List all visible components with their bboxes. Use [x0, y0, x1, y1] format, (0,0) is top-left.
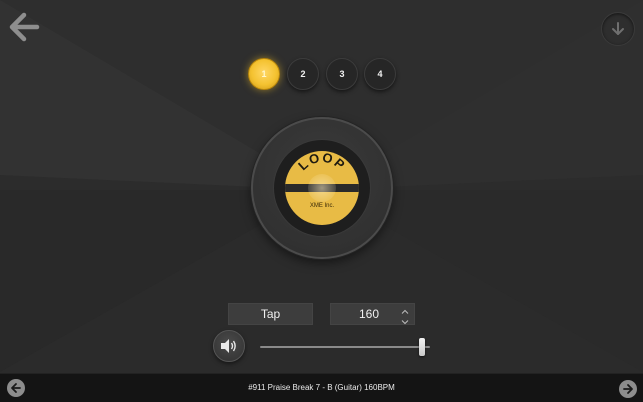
arrow-right-icon	[623, 384, 633, 394]
now-playing-bar: #911 Praise Break 7 - B (Guitar) 160BPM	[0, 373, 643, 402]
loop-record-label: LOOP XME Inc.	[285, 151, 359, 225]
now-playing-title: #911 Praise Break 7 - B (Guitar) 160BPM	[248, 383, 395, 392]
arrow-left-icon	[11, 383, 21, 393]
bpm-decrease-button[interactable]	[399, 314, 411, 325]
volume-slider-thumb[interactable]	[419, 338, 426, 356]
arrow-down-icon	[612, 22, 624, 35]
bpm-increase-button[interactable]	[399, 304, 411, 314]
speaker-icon	[221, 339, 236, 353]
tap-tempo-button[interactable]: Tap	[228, 303, 313, 325]
page-button-3[interactable]: 3	[326, 58, 358, 90]
previous-track-button[interactable]	[7, 379, 25, 397]
chevron-down-icon	[401, 320, 409, 325]
loop-subtitle: XME Inc.	[309, 203, 335, 209]
download-button[interactable]	[601, 12, 635, 46]
loop-title: LOOP	[295, 151, 349, 173]
svg-text:LOOP: LOOP	[295, 151, 349, 173]
page-button-1[interactable]: 1	[248, 58, 280, 90]
loop-pad-ring: LOOP XME Inc.	[274, 140, 370, 236]
arrow-left-icon	[9, 12, 40, 42]
page-button-4[interactable]: 4	[364, 58, 396, 90]
back-button[interactable]	[6, 10, 40, 44]
page-button-2[interactable]: 2	[287, 58, 319, 90]
page-selector: 1 2 3 4	[248, 58, 398, 92]
volume-button[interactable]	[213, 330, 245, 362]
loop-pad[interactable]: LOOP XME Inc.	[251, 117, 393, 259]
volume-slider-track[interactable]	[260, 346, 430, 348]
next-track-button[interactable]	[619, 380, 637, 398]
bpm-stepper[interactable]: 160	[330, 303, 415, 325]
bpm-value: 160	[358, 307, 379, 321]
loop-title-text: LOOP	[295, 151, 347, 173]
